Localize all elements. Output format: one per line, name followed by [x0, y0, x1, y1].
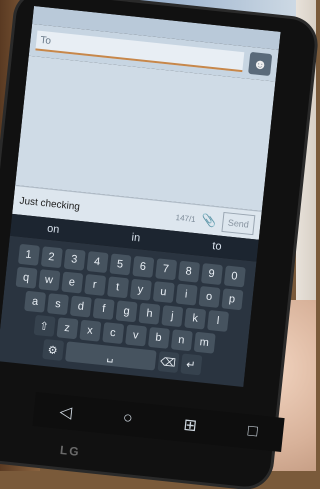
key[interactable]: e	[60, 271, 83, 294]
suggestion-1[interactable]: on	[47, 223, 60, 236]
key[interactable]: f	[92, 297, 115, 320]
key[interactable]: t	[106, 276, 129, 299]
key[interactable]: o	[198, 285, 221, 308]
home-circle-icon[interactable]: ○	[122, 409, 133, 428]
send-button[interactable]: Send	[221, 211, 256, 236]
key[interactable]: 4	[86, 251, 109, 273]
key[interactable]: h	[138, 302, 161, 325]
key[interactable]: 8	[177, 260, 200, 283]
key[interactable]: g	[115, 300, 138, 323]
key[interactable]: d	[69, 295, 92, 318]
key[interactable]: 0	[223, 265, 246, 288]
key[interactable]: i	[175, 283, 198, 306]
key[interactable]: u	[152, 281, 175, 304]
char-counter: 147/1	[175, 212, 197, 224]
keyboard: 1 2 3 4 5 6 7 8 9 0 q w e r t y u i o p …	[0, 235, 257, 387]
key[interactable]: m	[193, 331, 216, 354]
key[interactable]: p	[220, 288, 243, 311]
grid-icon[interactable]: ⊞	[182, 415, 198, 436]
suggestion-2[interactable]: in	[131, 232, 141, 245]
key[interactable]: y	[129, 278, 152, 301]
suggestion-3[interactable]: to	[212, 240, 222, 253]
square-icon[interactable]: □	[247, 422, 258, 441]
key[interactable]: j	[161, 305, 184, 328]
key[interactable]: r	[83, 273, 106, 296]
enter-icon[interactable]: ↵	[179, 353, 202, 376]
message-thread	[15, 55, 276, 211]
key[interactable]: v	[124, 324, 147, 347]
paperclip-icon[interactable]: 📎	[201, 213, 217, 228]
key[interactable]: w	[37, 269, 60, 292]
backspace-icon[interactable]: ⌫	[157, 350, 180, 373]
key[interactable]: 1	[17, 243, 40, 266]
brand-logo: LG	[59, 442, 82, 460]
shift-icon[interactable]: ⇧	[33, 314, 56, 337]
back-triangle-icon[interactable]: ◁	[59, 402, 73, 423]
key[interactable]: k	[184, 307, 207, 330]
key[interactable]: l	[207, 309, 230, 332]
phone-screen: To ☻ Just checking 147/1 📎 Send on in to…	[0, 6, 281, 450]
key[interactable]: s	[46, 293, 69, 316]
key[interactable]: 9	[200, 263, 223, 286]
key[interactable]: b	[147, 326, 170, 349]
key[interactable]: x	[78, 319, 101, 342]
key[interactable]: 6	[131, 255, 154, 278]
key[interactable]: 3	[63, 248, 86, 271]
person-icon[interactable]: ☻	[248, 51, 273, 77]
key[interactable]: z	[56, 317, 78, 340]
key[interactable]: 7	[154, 258, 177, 281]
key[interactable]: 5	[108, 253, 131, 276]
recipient-label: To	[39, 34, 52, 47]
key[interactable]: a	[24, 290, 47, 313]
settings-icon[interactable]: ⚙	[41, 338, 64, 361]
key[interactable]: c	[101, 322, 124, 345]
key[interactable]: n	[170, 329, 193, 352]
key[interactable]: q	[15, 266, 38, 289]
key[interactable]: 2	[40, 246, 63, 269]
